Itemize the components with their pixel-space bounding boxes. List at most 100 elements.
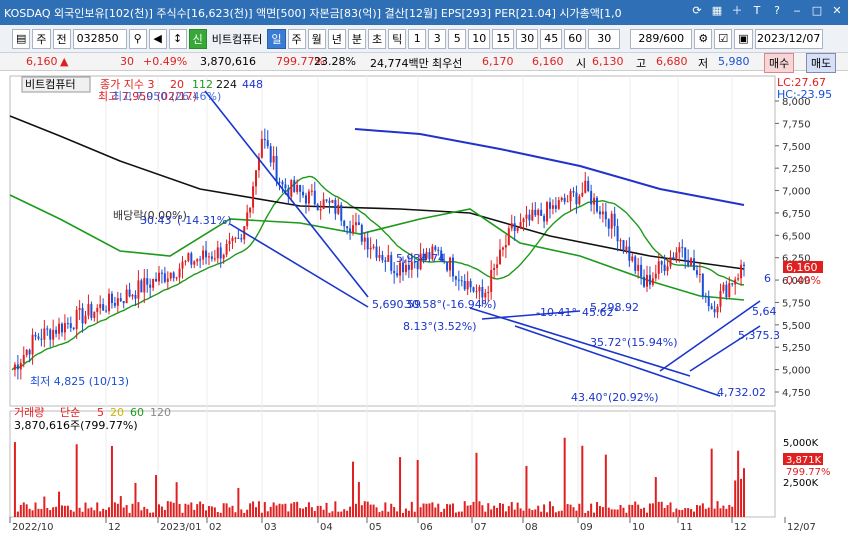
period-tick[interactable]: 틱 xyxy=(388,28,407,49)
layout-icon[interactable]: ▤ xyxy=(12,28,31,49)
arrow-icon[interactable]: ↕ xyxy=(168,28,187,49)
candle-body xyxy=(363,237,366,242)
volume-bar xyxy=(275,505,278,517)
candle-body xyxy=(63,323,66,333)
stock-type-select[interactable]: 주 xyxy=(32,28,51,49)
price-chart-svg[interactable]: 30.43°(-14.31%)5,934.745,690.5930.58°(-1… xyxy=(0,71,848,541)
text-icon[interactable]: T xyxy=(750,4,764,18)
volume-bar xyxy=(660,501,663,517)
candle-body xyxy=(143,278,146,293)
volume-bar xyxy=(260,512,263,517)
candle-body xyxy=(460,280,463,282)
candle-body xyxy=(516,227,519,231)
volume-bar xyxy=(131,503,134,517)
volume-bar xyxy=(578,503,581,517)
interval-3[interactable]: 3 xyxy=(428,28,447,49)
volume-bar xyxy=(96,502,99,517)
save-icon[interactable]: ▣ xyxy=(734,28,753,49)
x-axis-label: 08 xyxy=(525,522,538,533)
minimize-icon[interactable]: ‒ xyxy=(790,4,804,18)
buy-button[interactable]: 매도 xyxy=(806,53,837,73)
candle-body xyxy=(469,281,472,288)
volume-bar xyxy=(46,507,49,517)
volume-bar xyxy=(501,503,504,517)
period-month[interactable]: 월 xyxy=(307,28,326,49)
volume-bar xyxy=(575,510,578,517)
volume-bar xyxy=(290,503,293,517)
volume-bar xyxy=(704,508,707,517)
candle-body xyxy=(360,224,363,242)
volume-bar xyxy=(31,510,34,517)
candle-body xyxy=(137,280,140,299)
period-minute[interactable]: 분 xyxy=(347,28,367,49)
candle-body xyxy=(481,287,484,298)
interval-45[interactable]: 45 xyxy=(540,28,563,49)
help-icon[interactable]: ? xyxy=(770,4,784,18)
best-bid: 6,160 xyxy=(532,55,564,68)
volume-bar xyxy=(525,465,528,517)
interval-5[interactable]: 5 xyxy=(448,28,467,49)
grid-icon[interactable]: ▦ xyxy=(710,4,724,18)
candle-body xyxy=(213,258,216,260)
candle-body xyxy=(372,246,375,248)
period-week[interactable]: 주 xyxy=(287,28,306,49)
candle-body xyxy=(593,197,596,205)
volume-bar xyxy=(472,501,475,517)
interval-select[interactable]: 30 xyxy=(588,28,621,49)
volume-bar xyxy=(740,478,743,517)
chart-area[interactable]: 30.43°(-14.31%) 5,934.74 5,690.59 30.58°(-1… xyxy=(0,71,848,541)
plus-icon[interactable]: ＋ xyxy=(730,4,744,18)
vol-ma-120: 120 xyxy=(150,406,171,419)
volume-bar xyxy=(37,508,40,517)
volume-bar xyxy=(469,505,472,517)
search-icon[interactable]: ⚲ xyxy=(128,28,147,49)
volume-bar xyxy=(393,507,396,517)
x-axis-label: 03 xyxy=(264,522,277,533)
candle-body xyxy=(190,253,193,265)
date-input[interactable]: 2023/12/07 xyxy=(754,28,823,49)
interval-1[interactable]: 1 xyxy=(408,28,427,49)
candle-body xyxy=(84,315,87,324)
period-second[interactable]: 초 xyxy=(368,28,387,49)
stock-code-input[interactable]: 032850 xyxy=(72,28,127,49)
period-year[interactable]: 년 xyxy=(327,28,346,49)
candle-body xyxy=(581,192,584,197)
interval-15[interactable]: 15 xyxy=(492,28,515,49)
candle-body xyxy=(525,214,528,219)
checkbox-icon[interactable]: ☑ xyxy=(714,28,733,49)
volume-bar xyxy=(628,504,631,517)
sell-button[interactable]: 매수 xyxy=(764,53,795,73)
candle-body xyxy=(340,204,343,221)
low-price: 5,980 xyxy=(718,55,750,68)
interval-30[interactable]: 30 xyxy=(516,28,539,49)
tools-icon[interactable]: ⚙ xyxy=(694,28,713,49)
maximize-icon[interactable]: □ xyxy=(810,4,824,18)
close-icon[interactable]: ✕ xyxy=(830,4,844,18)
speaker-icon[interactable]: ◀ xyxy=(148,28,167,49)
volume-bar xyxy=(281,504,284,517)
view-count-input[interactable]: 289/600 xyxy=(630,28,693,49)
x-axis-label: 12 xyxy=(108,522,121,533)
candle-body xyxy=(598,211,601,215)
volume-bar xyxy=(399,457,402,517)
volume-bar xyxy=(246,509,249,517)
volume-bar xyxy=(99,511,102,517)
jeon-button[interactable]: 전 xyxy=(52,28,71,49)
candle-body xyxy=(513,223,516,231)
volume-bar xyxy=(231,505,234,517)
volume-bar xyxy=(316,505,319,517)
candle-body xyxy=(319,209,322,211)
credit-tag: 신 xyxy=(188,28,207,49)
sync-icon[interactable]: ⟳ xyxy=(690,4,704,18)
interval-10[interactable]: 10 xyxy=(468,28,491,49)
volume-bar xyxy=(52,507,55,517)
volume-bar xyxy=(34,502,37,517)
candle-body xyxy=(184,260,187,262)
candle-body xyxy=(619,240,622,242)
candle-body xyxy=(669,256,672,267)
volume-bar xyxy=(216,511,219,517)
interval-60[interactable]: 60 xyxy=(564,28,587,49)
candle-body xyxy=(484,292,487,298)
candle-body xyxy=(169,272,172,279)
period-day[interactable]: 일 xyxy=(267,28,286,49)
